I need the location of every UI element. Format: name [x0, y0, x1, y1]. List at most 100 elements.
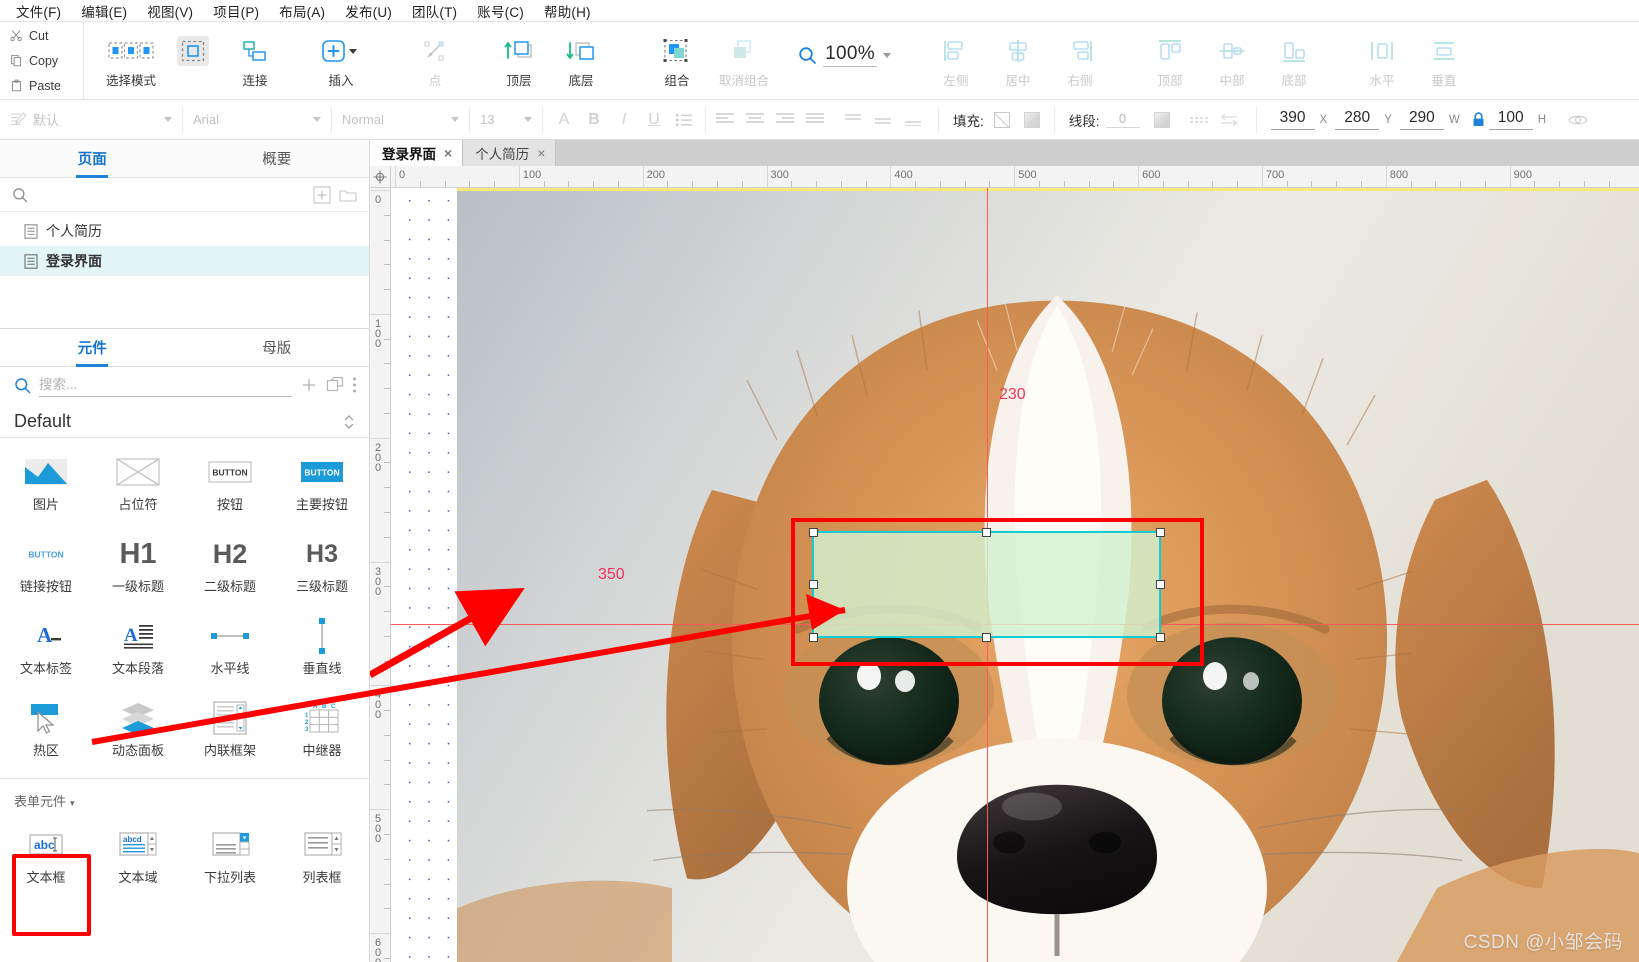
align-text-justify-button[interactable] — [800, 107, 830, 133]
search-icon[interactable] — [12, 187, 28, 203]
close-icon[interactable]: × — [537, 145, 545, 161]
menu-item-team[interactable]: 团队(T) — [402, 0, 467, 22]
search-icon[interactable] — [14, 377, 31, 394]
hotspot-selection[interactable] — [812, 531, 1161, 638]
connect-button[interactable]: 连接 — [224, 30, 286, 89]
bold-button[interactable]: B — [579, 107, 609, 133]
fill-color-swatch[interactable] — [1023, 111, 1040, 128]
w-input[interactable]: 290 — [1399, 109, 1444, 130]
more-options-icon[interactable] — [352, 376, 357, 394]
align-text-right-button[interactable] — [770, 107, 800, 133]
resize-handle-e[interactable] — [1156, 580, 1165, 589]
widget-h1[interactable]: H1 一级标题 — [92, 526, 184, 608]
design-board[interactable]: 230 350 CSDN @小邹会码 — [391, 188, 1639, 962]
menu-item-account[interactable]: 账号(C) — [467, 0, 534, 22]
distribute-horizontal-button[interactable]: 水平 — [1351, 30, 1413, 89]
line-width-input[interactable]: 0 — [1105, 111, 1140, 128]
library-section-header[interactable]: Default — [0, 405, 369, 438]
resize-handle-w[interactable] — [809, 580, 818, 589]
menu-item-view[interactable]: 视图(V) — [137, 0, 203, 22]
widget-search-input[interactable]: 搜索... — [39, 373, 292, 397]
widget-text-paragraph[interactable]: A 文本段落 — [92, 608, 184, 690]
underline-button[interactable]: U — [639, 107, 669, 133]
distribute-vertical-button[interactable]: 垂直 — [1413, 30, 1475, 89]
send-to-back-button[interactable]: 底层 — [550, 30, 612, 89]
resize-handle-n[interactable] — [982, 528, 991, 537]
widget-textbox[interactable]: abc 文本框 — [0, 817, 92, 899]
insert-button[interactable]: 插入 — [310, 30, 372, 89]
chevron-down-icon[interactable] — [883, 52, 891, 58]
align-left-button[interactable]: 左侧 — [925, 30, 987, 89]
widget-repeater[interactable]: ABC 123 中继器 — [276, 690, 368, 772]
widget-hotspot[interactable]: 热区 — [0, 690, 92, 772]
menu-item-project[interactable]: 项目(P) — [203, 0, 269, 22]
widget-button[interactable]: BUTTON 按钮 — [184, 444, 276, 526]
add-page-icon[interactable] — [313, 185, 331, 204]
menu-item-edit[interactable]: 编辑(E) — [71, 0, 137, 22]
resize-handle-sw[interactable] — [809, 633, 818, 642]
tab-widgets[interactable]: 元件 — [0, 329, 185, 366]
zoom-control[interactable]: 100% — [780, 38, 909, 72]
tab-outline[interactable]: 概要 — [185, 140, 370, 177]
select-single-button[interactable] — [162, 30, 224, 84]
horizontal-ruler[interactable]: 0 100 200 300 400 500 600 700 800 900 — [391, 166, 1639, 188]
widget-text-label[interactable]: A 文本标签 — [0, 608, 92, 690]
widget-primary-button[interactable]: BUTTON 主要按钮 — [276, 444, 368, 526]
page-item-login[interactable]: 登录界面 — [0, 246, 369, 276]
font-weight-select[interactable]: Normal — [332, 100, 469, 139]
menu-item-help[interactable]: 帮助(H) — [534, 0, 601, 22]
widget-dropdown[interactable]: 下拉列表 — [184, 817, 276, 899]
copy-button[interactable]: Copy — [8, 49, 83, 73]
tab-masters[interactable]: 母版 — [185, 329, 370, 366]
font-weight-chevron-icon[interactable] — [451, 117, 459, 122]
line-color-swatch[interactable] — [1153, 111, 1170, 128]
resize-handle-s[interactable] — [982, 633, 991, 642]
close-icon[interactable]: × — [444, 145, 452, 161]
widget-vertical-line[interactable]: 垂直线 — [276, 608, 368, 690]
paste-button[interactable]: Paste — [8, 74, 83, 98]
line-style-button[interactable] — [1184, 107, 1214, 133]
library-copy-icon[interactable] — [326, 376, 344, 394]
font-size-chevron-icon[interactable] — [524, 117, 532, 122]
widget-dynamic-panel[interactable]: 动态面板 — [92, 690, 184, 772]
resize-handle-nw[interactable] — [809, 528, 818, 537]
y-input[interactable]: 280 — [1335, 109, 1380, 130]
zoom-value[interactable]: 100% — [823, 43, 877, 67]
valign-top-button[interactable] — [838, 107, 868, 133]
style-select[interactable]: 默认 — [0, 100, 182, 139]
valign-middle-button[interactable] — [868, 107, 898, 133]
select-mode-button[interactable]: 选择模式 — [100, 30, 162, 89]
widget-h2[interactable]: H2 二级标题 — [184, 526, 276, 608]
widget-inline-frame[interactable]: 内联框架 — [184, 690, 276, 772]
font-family-chevron-icon[interactable] — [313, 117, 321, 122]
align-text-center-button[interactable] — [740, 107, 770, 133]
widget-image[interactable]: 图片 — [0, 444, 92, 526]
page-item-resume[interactable]: 个人简历 — [0, 216, 369, 246]
font-family-select[interactable]: Arial — [183, 100, 331, 139]
italic-button[interactable]: I — [609, 107, 639, 133]
menu-item-file[interactable]: 文件(F) — [6, 0, 71, 22]
fill-none-swatch[interactable] — [993, 111, 1010, 128]
expand-collapse-icon[interactable] — [343, 414, 355, 430]
bullet-list-button[interactable] — [669, 107, 699, 133]
widget-placeholder[interactable]: 占位符 — [92, 444, 184, 526]
align-top-button[interactable]: 顶部 — [1139, 30, 1201, 89]
doc-tab-resume[interactable]: 个人简历 × — [463, 140, 557, 166]
add-library-icon[interactable] — [300, 376, 318, 394]
align-right-button[interactable]: 右侧 — [1049, 30, 1111, 89]
style-chevron-icon[interactable] — [164, 117, 172, 122]
resize-handle-se[interactable] — [1156, 633, 1165, 642]
align-middle-button[interactable]: 中部 — [1201, 30, 1263, 89]
visibility-icon[interactable] — [1568, 113, 1588, 127]
x-input[interactable]: 390 — [1270, 109, 1315, 130]
tab-pages[interactable]: 页面 — [0, 140, 185, 177]
form-section-header[interactable]: 表单元件 ▾ — [0, 781, 369, 815]
vertical-ruler[interactable]: 0 100 200 300 400 500 600 — [370, 188, 391, 962]
arrow-style-button[interactable] — [1214, 107, 1244, 133]
group-button[interactable]: 组合 — [646, 30, 708, 89]
ungroup-button[interactable]: 取消组合 — [708, 30, 780, 89]
widget-listbox[interactable]: 列表框 — [276, 817, 368, 899]
valign-bottom-button[interactable] — [898, 107, 928, 133]
doc-tab-login[interactable]: 登录界面 × — [370, 140, 464, 166]
font-color-button[interactable]: A — [549, 107, 579, 133]
